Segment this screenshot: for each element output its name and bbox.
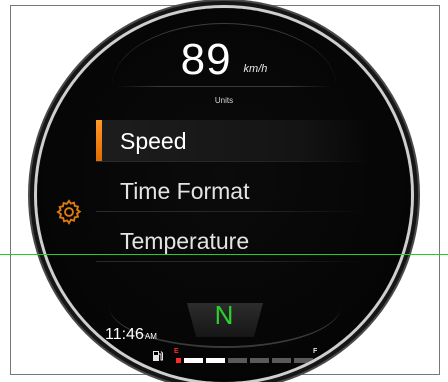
fuel-segment [206, 358, 225, 363]
fuel-segment [176, 358, 181, 363]
fuel-empty-label: E [174, 348, 179, 355]
menu-section-title: Units [214, 96, 234, 105]
fuel-full-label: F [313, 348, 318, 355]
clock-time: 11:46 [105, 326, 144, 343]
menu-item-label: Temperature [120, 227, 250, 254]
overlay-guide-line [0, 254, 448, 255]
fuel-segment [272, 358, 291, 363]
menu-item-label: Time Format [120, 177, 250, 204]
clock-period: AM [144, 332, 157, 341]
fuel-segment [228, 358, 247, 363]
divider [96, 261, 368, 262]
divider [96, 161, 368, 162]
menu-item-label: Speed [120, 127, 187, 154]
fuel-gauge [176, 358, 313, 363]
fuel-segment [250, 358, 269, 363]
divider [96, 211, 368, 212]
menu-item-speed[interactable]: Speed [96, 120, 368, 162]
menu-item-temperature[interactable]: Temperature [96, 220, 368, 262]
fuel-segment [294, 358, 313, 363]
gear-indicator: N [214, 300, 234, 330]
clock: 11:46 AM [105, 326, 157, 344]
gear-icon[interactable] [55, 198, 83, 226]
menu-item-time-format[interactable]: Time Format [96, 170, 368, 212]
speed-unit: km/h [243, 63, 268, 75]
instrument-dial: 89 km/h Units Speed Time Format Temperat… [37, 8, 411, 382]
fuel-pump-icon [153, 351, 163, 361]
speed-readout: 89 km/h [37, 30, 411, 82]
selection-indicator [96, 120, 102, 162]
fuel-segment [184, 358, 203, 363]
speed-value: 89 [180, 35, 232, 84]
divider [117, 86, 331, 87]
